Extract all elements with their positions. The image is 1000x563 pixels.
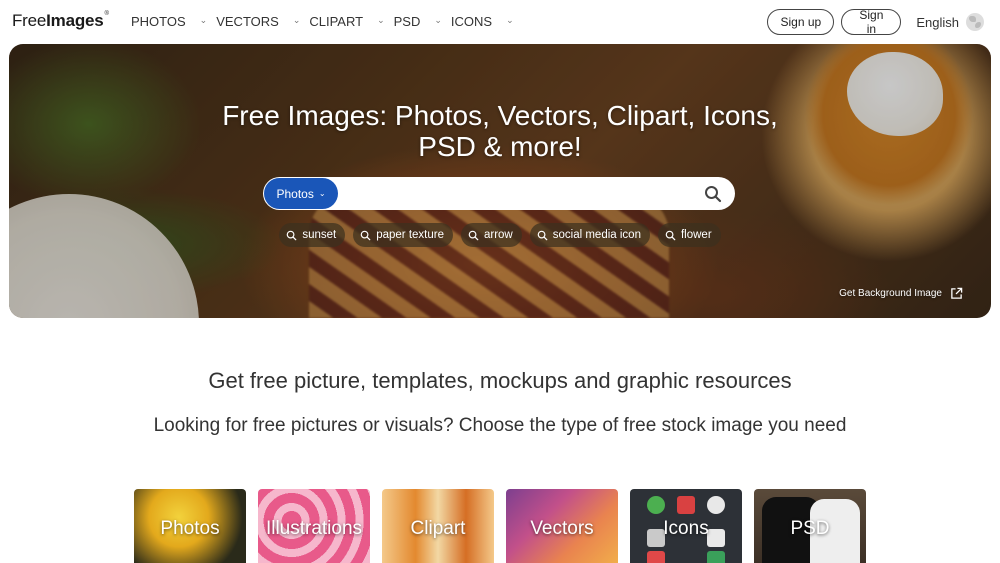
auth-area: Sign up Sign in English bbox=[767, 8, 984, 36]
nav-item-icons[interactable]: ICONS ⌄ bbox=[451, 14, 523, 29]
nav-item-vectors[interactable]: VECTORS ⌄ bbox=[216, 14, 309, 29]
search-icon bbox=[665, 230, 676, 240]
tag-label: arrow bbox=[483, 229, 513, 241]
category-card-label: Icons bbox=[663, 518, 709, 539]
category-card-photos[interactable]: Photos bbox=[134, 489, 246, 563]
nav-item-label: PHOTOS bbox=[131, 14, 186, 29]
search-button[interactable] bbox=[703, 184, 723, 204]
cloud-icon bbox=[707, 496, 725, 514]
language-label: English bbox=[916, 14, 959, 30]
hero-banner: Free Images: Photos, Vectors, Clipart, I… bbox=[9, 44, 991, 318]
search-icon bbox=[287, 230, 297, 240]
category-card-label: Vectors bbox=[530, 518, 594, 539]
mail-icon bbox=[677, 496, 695, 514]
tag-arrow[interactable]: arrow bbox=[460, 223, 522, 247]
nav-item-label: VECTORS bbox=[216, 14, 279, 29]
xbox-icon bbox=[647, 496, 665, 514]
logo-registered-mark: ® bbox=[104, 11, 109, 17]
logo-text-images: Images bbox=[46, 11, 104, 30]
get-background-image-link[interactable]: Get Background Image bbox=[839, 287, 963, 300]
tag-label: flower bbox=[680, 229, 712, 241]
freeimages-logo[interactable]: FreeImages® bbox=[12, 11, 109, 31]
hero-title-line-2: PSD & more! bbox=[418, 131, 582, 162]
category-card-illustrations[interactable]: Illustrations bbox=[258, 489, 370, 563]
external-link-icon bbox=[951, 287, 963, 299]
tag-label: sunset bbox=[302, 229, 337, 241]
category-cards: Photos Illustrations Clipart Vectors Ico… bbox=[134, 489, 878, 563]
get-background-image-label: Get Background Image bbox=[839, 288, 942, 299]
search-type-dropdown[interactable]: Photos ⌄ bbox=[264, 178, 338, 209]
hero-title-line-1: Free Images: Photos, Vectors, Clipart, I… bbox=[222, 100, 778, 131]
nav-item-label: PSD bbox=[393, 14, 421, 29]
chevron-down-icon: ⌄ bbox=[434, 15, 442, 25]
category-card-label: PSD bbox=[790, 518, 830, 539]
category-card-label: Illustrations bbox=[265, 518, 363, 539]
hero-title: Free Images: Photos, Vectors, Clipart, I… bbox=[9, 100, 991, 162]
doc-icon bbox=[707, 551, 725, 563]
tag-label: paper texture bbox=[376, 229, 444, 241]
logo-text-free: Free bbox=[12, 11, 47, 30]
tag-sunset[interactable]: sunset bbox=[279, 223, 346, 247]
shop-icon bbox=[647, 551, 665, 563]
search-type-label: Photos bbox=[276, 186, 314, 201]
site-header: FreeImages® PHOTOS ⌄ VECTORS ⌄ CLIPART ⌄… bbox=[0, 0, 1000, 44]
search-bar: Photos ⌄ bbox=[263, 177, 735, 210]
section-subline: Looking for free pictures or visuals? Ch… bbox=[153, 415, 847, 436]
main-nav: PHOTOS ⌄ VECTORS ⌄ CLIPART ⌄ PSD ⌄ ICONS… bbox=[131, 14, 523, 29]
chevron-down-icon: ⌄ bbox=[292, 15, 301, 25]
category-card-psd[interactable]: PSD bbox=[754, 489, 866, 563]
sign-in-button[interactable]: Sign in bbox=[841, 8, 902, 36]
search-icon bbox=[468, 230, 479, 240]
search-icon bbox=[537, 230, 548, 240]
section-headline: Get free picture, templates, mockups and… bbox=[208, 368, 792, 393]
chevron-down-icon: ⌄ bbox=[377, 15, 385, 25]
tag-label: social media icon bbox=[552, 229, 641, 241]
search-input[interactable] bbox=[343, 180, 693, 207]
popular-tags: sunset paper texture arrow social media … bbox=[9, 223, 991, 247]
language-selector[interactable]: English bbox=[916, 13, 984, 31]
nav-item-clipart[interactable]: CLIPART ⌄ bbox=[309, 14, 393, 29]
category-card-label: Photos bbox=[160, 518, 220, 539]
chevron-down-icon: ⌄ bbox=[199, 15, 208, 25]
search-icon bbox=[360, 230, 371, 240]
chevron-down-icon: ⌄ bbox=[318, 189, 326, 198]
nav-item-label: CLIPART bbox=[309, 14, 364, 29]
nav-item-label: ICONS bbox=[450, 14, 493, 29]
search-icon bbox=[705, 186, 722, 203]
category-card-vectors[interactable]: Vectors bbox=[506, 489, 618, 563]
tag-paper-texture[interactable]: paper texture bbox=[353, 223, 453, 247]
globe-icon bbox=[966, 13, 984, 31]
nav-item-psd[interactable]: PSD ⌄ bbox=[394, 14, 451, 29]
chevron-down-icon: ⌄ bbox=[506, 15, 514, 25]
category-card-label: Clipart bbox=[410, 518, 466, 539]
tag-flower[interactable]: flower bbox=[657, 223, 721, 247]
nav-item-photos[interactable]: PHOTOS ⌄ bbox=[131, 14, 216, 29]
category-card-clipart[interactable]: Clipart bbox=[382, 489, 494, 563]
tag-social-media-icon[interactable]: social media icon bbox=[529, 223, 650, 247]
sign-up-button[interactable]: Sign up bbox=[767, 9, 835, 35]
category-card-icons[interactable]: Icons bbox=[630, 489, 742, 563]
